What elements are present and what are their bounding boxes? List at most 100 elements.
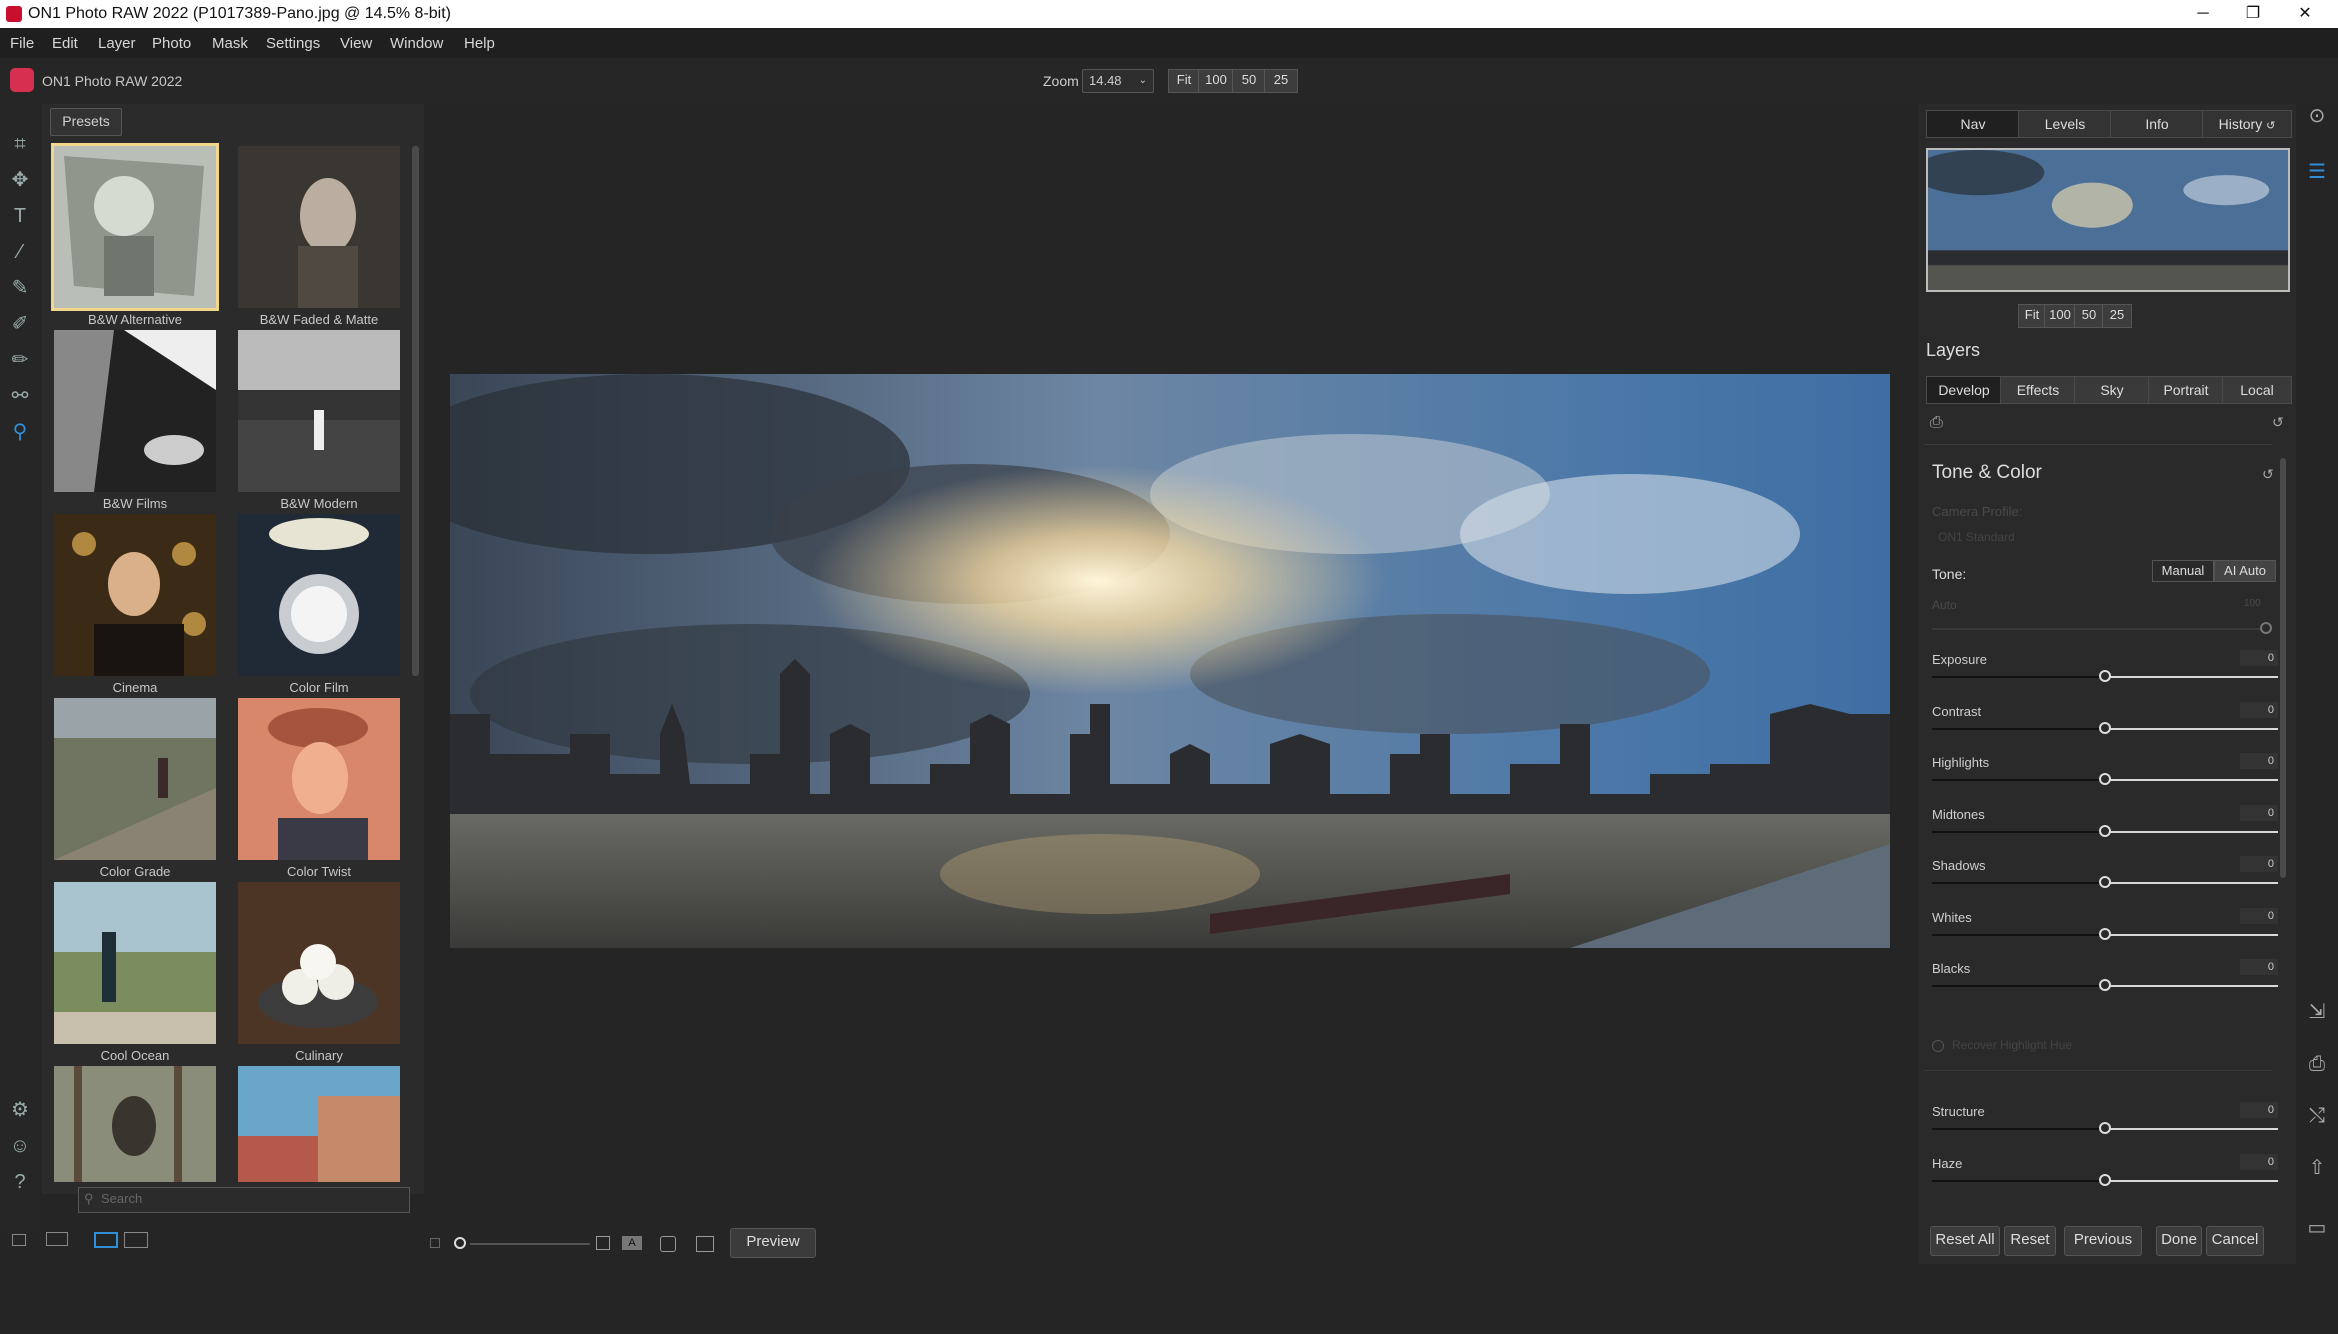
preset-thumb-forest[interactable]: [54, 1066, 216, 1182]
preset-thumb-bw-modern[interactable]: [238, 330, 400, 492]
move-icon[interactable]: ✥: [8, 168, 32, 192]
menu-settings[interactable]: Settings: [266, 35, 320, 52]
zoom-out-icon[interactable]: [430, 1238, 440, 1248]
brush-icon[interactable]: ⁄: [8, 240, 32, 264]
layer-tab-sky[interactable]: Sky: [2074, 376, 2150, 404]
zoom-50-button[interactable]: 50: [1232, 69, 1266, 93]
slider-knob[interactable]: [2099, 876, 2111, 888]
slider-highlights[interactable]: Highlights0: [1932, 755, 2278, 805]
layer-tab-local[interactable]: Local: [2222, 376, 2292, 404]
slider-structure[interactable]: Structure0: [1932, 1104, 2278, 1154]
done-button[interactable]: Done: [2156, 1226, 2202, 1256]
tone-ai-auto-button[interactable]: AI Auto: [2214, 560, 2276, 582]
close-button[interactable]: ✕: [2280, 0, 2330, 28]
stamp-icon[interactable]: ⎙: [1930, 414, 1943, 432]
preset-thumb-bw-faded[interactable]: [238, 146, 400, 308]
transform-icon[interactable]: ⚯: [8, 384, 32, 408]
overlay-icon[interactable]: [696, 1236, 714, 1252]
presets-scrollbar[interactable]: [412, 146, 419, 676]
nav-zoom-100-button[interactable]: 100: [2044, 304, 2076, 328]
compare-icon[interactable]: [46, 1232, 68, 1246]
cancel-button[interactable]: Cancel: [2206, 1226, 2264, 1256]
panel-scrollbar[interactable]: [2280, 458, 2286, 878]
search-input[interactable]: ⚲Search: [78, 1187, 410, 1213]
preset-thumb-color-grade[interactable]: [54, 698, 216, 860]
menu-help[interactable]: Help: [464, 35, 495, 52]
slider-knob[interactable]: [2099, 825, 2111, 837]
brush-size-slider-knob[interactable]: [454, 1237, 466, 1249]
layer-tab-portrait[interactable]: Portrait: [2148, 376, 2224, 404]
slider-blacks[interactable]: Blacks0: [1932, 961, 2278, 1011]
slider-value-field[interactable]: 0: [2240, 702, 2278, 718]
section-reset-icon[interactable]: ↺: [2262, 466, 2274, 483]
preview-button[interactable]: Preview: [730, 1228, 816, 1258]
tab-nav[interactable]: Nav: [1926, 110, 2020, 138]
tab-info[interactable]: Info: [2110, 110, 2204, 138]
main-image[interactable]: [450, 374, 1890, 948]
mask-brush-icon[interactable]: ✎: [8, 276, 32, 300]
slider-knob[interactable]: [2099, 928, 2111, 940]
slider-value-field[interactable]: 0: [2240, 805, 2278, 821]
preset-thumb-culinary[interactable]: [238, 882, 400, 1044]
menu-view[interactable]: View: [340, 35, 372, 52]
browse-icon[interactable]: ⊙: [2305, 104, 2329, 128]
preset-thumb-town[interactable]: [238, 1066, 400, 1182]
mask-view-icon[interactable]: [660, 1236, 676, 1252]
retouch-icon[interactable]: ✐: [8, 312, 32, 336]
tab-levels[interactable]: Levels: [2018, 110, 2112, 138]
slider-value-field[interactable]: 0: [2240, 959, 2278, 975]
preset-thumb-cinema[interactable]: [54, 514, 216, 676]
view-icon[interactable]: ⚲: [8, 420, 32, 444]
nav-zoom-25-button[interactable]: 25: [2102, 304, 2132, 328]
menu-photo[interactable]: Photo: [152, 35, 191, 52]
auto-icon[interactable]: A: [622, 1236, 642, 1250]
reset-button[interactable]: Reset: [2004, 1226, 2056, 1256]
slider-whites[interactable]: Whites0: [1932, 910, 2278, 960]
print-icon[interactable]: ⎙: [2305, 1052, 2329, 1076]
preset-thumb-bw-alternative[interactable]: [54, 146, 216, 308]
preset-thumb-color-twist[interactable]: [238, 698, 400, 860]
slider-shadows[interactable]: Shadows0: [1932, 858, 2278, 908]
preset-thumb-cool-ocean[interactable]: [54, 882, 216, 1044]
single-view-icon[interactable]: [94, 1232, 118, 1248]
slider-value-field[interactable]: 0: [2240, 753, 2278, 769]
slider-midtones[interactable]: Midtones0: [1932, 807, 2278, 857]
slider-value-field[interactable]: 0: [2240, 650, 2278, 666]
zoom-in-icon[interactable]: [596, 1236, 610, 1250]
reset-layer-icon[interactable]: ↺: [2272, 414, 2284, 431]
navigator-thumbnail[interactable]: [1926, 148, 2290, 292]
menu-edit[interactable]: Edit: [52, 35, 78, 52]
preset-thumb-bw-films[interactable]: [54, 330, 216, 492]
zoom-fit-button[interactable]: Fit: [1168, 69, 1200, 93]
slider-value-field[interactable]: 0: [2240, 1154, 2278, 1170]
maximize-button[interactable]: ❐: [2228, 0, 2278, 28]
layer-tab-effects[interactable]: Effects: [2000, 376, 2076, 404]
slider-value-field[interactable]: 0: [2240, 908, 2278, 924]
minimize-button[interactable]: ─: [2178, 0, 2228, 28]
menu-layer[interactable]: Layer: [98, 35, 136, 52]
zoom-select[interactable]: 14.48⌄: [1082, 69, 1154, 93]
slider-value-field[interactable]: 0: [2240, 1102, 2278, 1118]
panel-right-toggle-icon[interactable]: ▭: [2305, 1216, 2329, 1240]
help-icon[interactable]: ?: [8, 1170, 32, 1194]
clone-icon[interactable]: ✏: [8, 348, 32, 372]
slider-knob[interactable]: [2099, 722, 2111, 734]
extras-icon[interactable]: ⚙: [8, 1098, 32, 1122]
menu-mask[interactable]: Mask: [212, 35, 248, 52]
share-icon[interactable]: ⤭: [2305, 1104, 2329, 1128]
slider-knob[interactable]: [2099, 1122, 2111, 1134]
preset-thumb-color-film[interactable]: [238, 514, 400, 676]
brush-size-slider-track[interactable]: [470, 1243, 590, 1245]
slider-knob[interactable]: [2099, 773, 2111, 785]
panel-toggle-icon[interactable]: [12, 1234, 26, 1246]
presets-button[interactable]: Presets: [50, 108, 122, 136]
menu-window[interactable]: Window: [390, 35, 443, 52]
recover-highlight-checkbox[interactable]: [1932, 1040, 1944, 1052]
text-icon[interactable]: T: [8, 204, 32, 228]
edit-icon[interactable]: ☰: [2305, 160, 2329, 184]
slider-exposure[interactable]: Exposure0: [1932, 652, 2278, 702]
slider-knob[interactable]: [2099, 1174, 2111, 1186]
tone-manual-button[interactable]: Manual: [2152, 560, 2214, 582]
slider-knob[interactable]: [2099, 670, 2111, 682]
crop-icon[interactable]: ⌗: [8, 132, 32, 156]
